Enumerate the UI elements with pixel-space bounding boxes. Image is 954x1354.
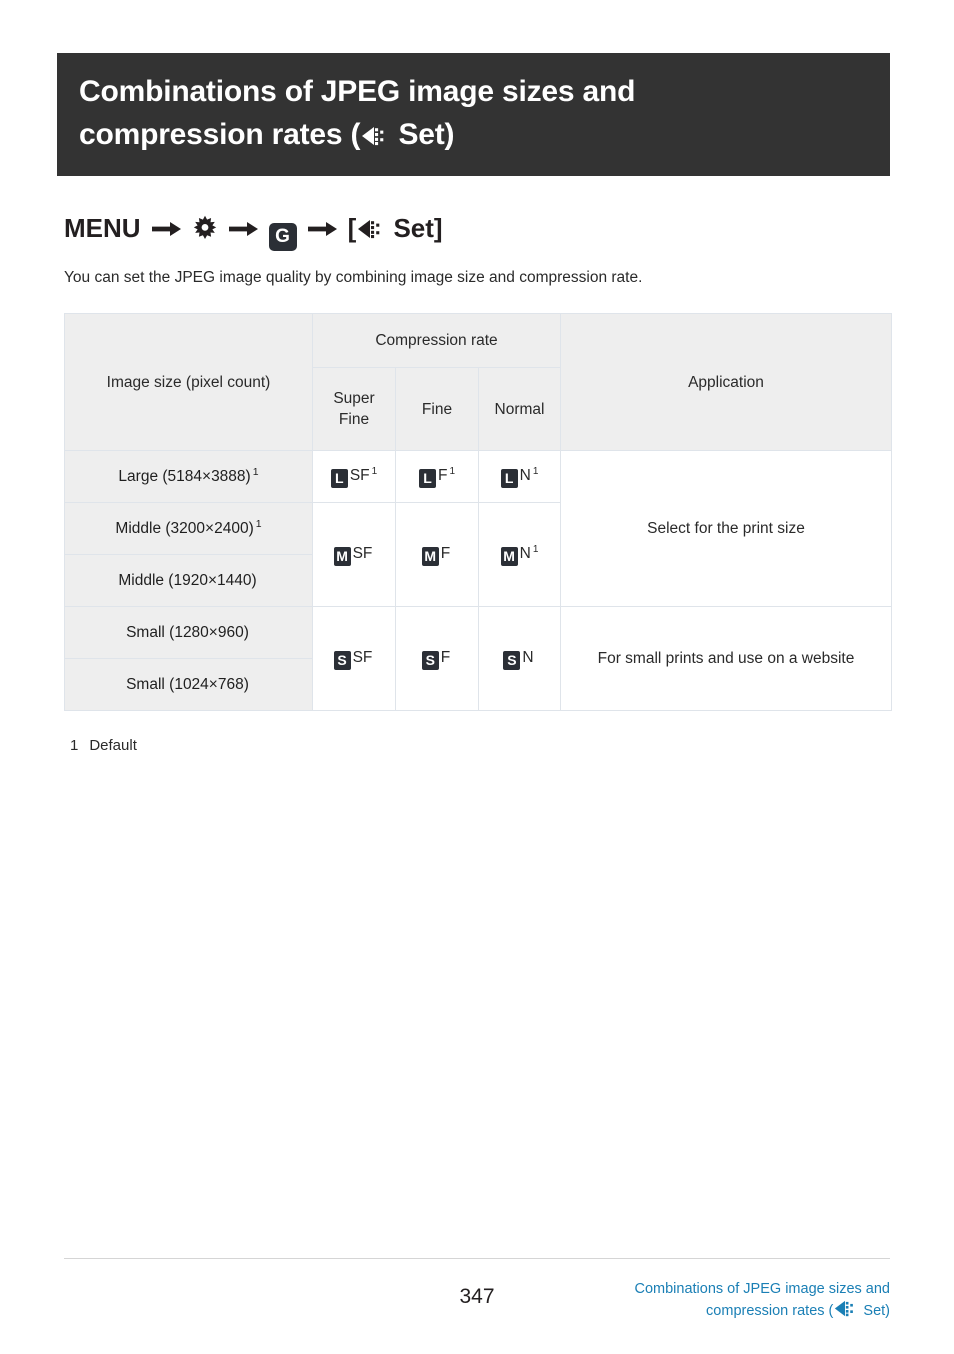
footer-divider — [64, 1258, 890, 1259]
quality-badge: M — [421, 546, 439, 566]
cell-large-fine: LF1 — [395, 450, 479, 503]
gear-icon — [192, 215, 218, 241]
footer-link-line2-prefix: compression rates ( — [706, 1303, 834, 1319]
row-label-middle-1920-text: Middle (1920×1440) — [118, 572, 257, 590]
quality-superscript: 1 — [449, 465, 456, 477]
quality-label: SF — [352, 648, 373, 666]
page-title-line2-prefix: compression rates ( — [79, 117, 361, 151]
table-header-row-1: Image size (pixel count) Compression rat… — [64, 313, 892, 451]
quality-label: N — [522, 648, 534, 666]
footer-section-link[interactable]: Combinations of JPEG image sizes and comp… — [460, 1279, 891, 1322]
cell-small-fine: SF — [395, 606, 479, 711]
quality-badge: L — [500, 468, 518, 488]
page-title-line2-suffix: Set) — [390, 117, 455, 151]
quality-badge: M — [500, 546, 518, 566]
intro-paragraph: You can set the JPEG image quality by co… — [64, 269, 643, 286]
page-title-line1: Combinations of JPEG image sizes and — [79, 75, 636, 108]
tab-g-icon: G — [268, 223, 297, 251]
quality-superscript: 1 — [532, 465, 539, 477]
page-title-line2: compression rates ( Set) — [79, 114, 868, 157]
footnote-number: 1 — [70, 737, 79, 754]
row-label-middle-1920: Middle (1920×1440) — [64, 554, 313, 607]
cell-small-normal: SN — [478, 606, 561, 711]
quality-badge: S — [503, 650, 521, 670]
quality-label: N — [519, 466, 531, 484]
cell-large-superfine: L SF 1 — [312, 450, 396, 503]
footnote-text: Default — [89, 737, 137, 754]
header-normal: Normal — [478, 367, 561, 451]
row-label-middle-3200-text: Middle (3200×2400) — [115, 520, 254, 538]
image-quality-icon — [361, 126, 387, 146]
application-small-prints: For small prints and use on a website — [560, 606, 892, 711]
arrow-right-icon — [228, 219, 259, 239]
manual-page: Combinations of JPEG image sizes and com… — [0, 0, 954, 1354]
quality-badge: S — [333, 650, 351, 670]
table-row: Large (5184×3888) 1 L SF 1 LF1 LN1 Select f… — [64, 450, 892, 607]
quality-badge: L — [330, 468, 348, 488]
bracket-open: [ — [347, 213, 357, 243]
header-super-fine-line2: Fine — [338, 411, 370, 428]
header-super-fine-line1: Super — [333, 390, 375, 407]
spec-table-wrapper: Image size (pixel count) Compression rat… — [64, 313, 892, 711]
menu-path: MENU G [ Set] — [64, 209, 443, 251]
footer-link-line1: Combinations of JPEG image sizes and — [634, 1281, 891, 1297]
header-fine: Fine — [395, 367, 479, 451]
quality-badge: S — [421, 650, 439, 670]
jpeg-quality-table: Image size (pixel count) Compression rat… — [64, 313, 892, 711]
quality-superscript: 1 — [532, 543, 539, 555]
row-label-small-1280-text: Small (1280×960) — [126, 624, 249, 642]
cell-middle-normal: MN1 — [478, 502, 561, 607]
row-label-small-1280: Small (1280×960) — [64, 606, 313, 659]
row-label-small-1024: Small (1024×768) — [64, 658, 313, 711]
quality-label: SF — [349, 466, 370, 484]
cell-middle-superfine: M SF — [312, 502, 396, 607]
quality-label: N — [519, 544, 531, 562]
row-label-large-text: Large (5184×3888) — [118, 468, 251, 486]
quality-label: F — [440, 648, 451, 666]
footer-link-line2-suffix: Set) — [859, 1303, 890, 1319]
cell-large-normal: LN1 — [478, 450, 561, 503]
set-label: Set] — [386, 213, 443, 243]
table-row: Small (1280×960) S SF SF SN For small pri… — [64, 606, 892, 711]
quality-superscript: 1 — [371, 465, 378, 477]
application-print-size: Select for the print size — [560, 450, 892, 607]
arrow-right-icon — [307, 219, 338, 239]
quality-label: F — [437, 466, 448, 484]
header-application: Application — [560, 313, 892, 451]
image-quality-icon — [834, 1300, 856, 1317]
cell-small-superfine: S SF — [312, 606, 396, 711]
quality-badge: M — [333, 546, 351, 566]
row-label-middle-3200: Middle (3200×2400) 1 — [64, 502, 313, 555]
quality-label: F — [440, 544, 451, 562]
cell-middle-fine: MF — [395, 502, 479, 607]
menu-label: MENU — [64, 213, 141, 243]
image-quality-icon — [357, 219, 383, 239]
quality-label: SF — [352, 544, 373, 562]
row-label-large: Large (5184×3888) 1 — [64, 450, 313, 503]
arrow-right-icon — [151, 219, 182, 239]
page-title-banner: Combinations of JPEG image sizes and com… — [57, 53, 890, 177]
row-label-small-1024-text: Small (1024×768) — [126, 676, 249, 694]
footnote: 1 Default — [70, 737, 137, 754]
header-compression-rate: Compression rate — [312, 313, 561, 368]
header-super-fine: Super Fine — [312, 367, 396, 451]
header-image-size: Image size (pixel count) — [64, 313, 313, 451]
quality-badge: L — [418, 468, 436, 488]
row-label-middle-3200-superscript: 1 — [255, 518, 262, 531]
row-label-large-superscript: 1 — [252, 466, 259, 479]
